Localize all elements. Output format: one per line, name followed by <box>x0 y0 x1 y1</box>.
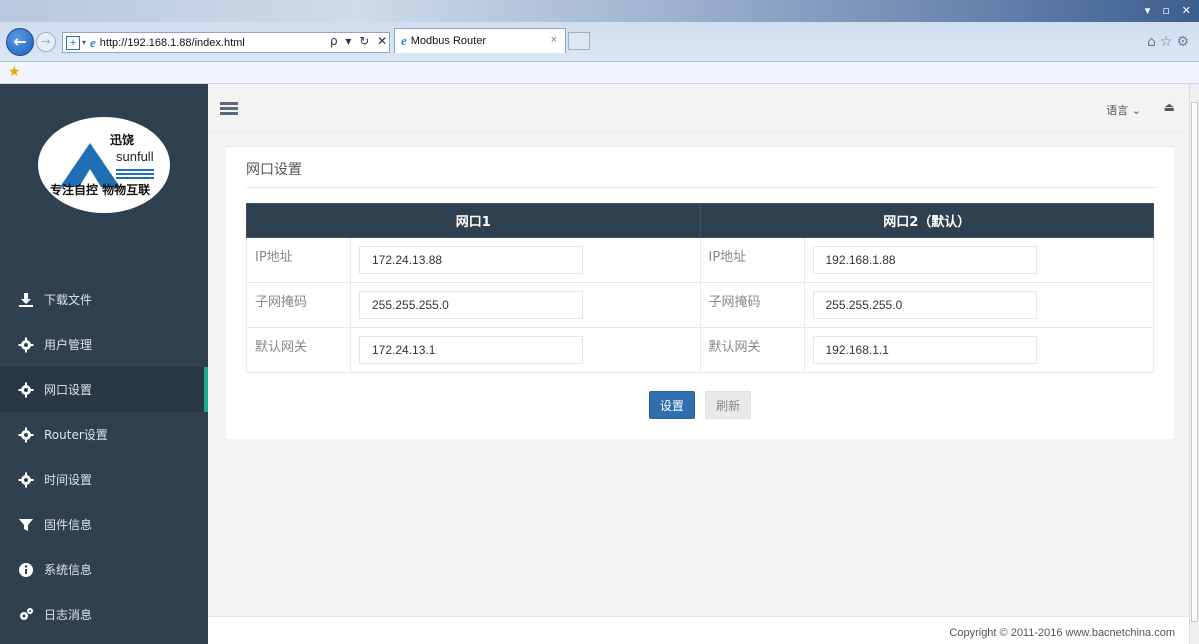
gateway-label-port1: 默认网关 <box>246 327 351 373</box>
info-icon <box>18 562 34 578</box>
tab-title: Modbus Router <box>410 35 486 47</box>
sidebar-item-label: 用户管理 <box>44 338 93 352</box>
browser-toolbar-icons[interactable]: ⌂☆⚙ <box>1147 34 1193 50</box>
restore-icon[interactable]: ▫ <box>1162 4 1169 17</box>
sidebar-item-system[interactable]: 系统信息 <box>0 547 208 592</box>
sidebar-item-label: 网口设置 <box>44 383 93 397</box>
table-row: IP地址 172.24.13.88 IP地址 192.168.1.88 <box>246 237 1154 283</box>
gateway-label-port2: 默认网关 <box>699 327 805 373</box>
sidebar-item-label: 日志消息 <box>44 608 93 622</box>
network-settings-panel: 网口设置 网口1 网口2（默认） IP地址 172.24.13.88 IP地址 … <box>226 146 1174 439</box>
gears-icon <box>18 607 34 623</box>
divider <box>246 187 1158 188</box>
filter-icon <box>18 517 34 533</box>
logo-stripes <box>116 169 154 181</box>
gear-icon <box>18 337 34 353</box>
background-window-strip: ▾ ▫ ✕ <box>0 0 1199 22</box>
browser-nav-row: ← → + ▾ e http://192.168.1.88/index.html… <box>0 26 1199 58</box>
forward-button[interactable]: → <box>36 32 56 52</box>
gear-icon <box>18 382 34 398</box>
close-window-icon[interactable]: ✕ <box>1182 4 1191 17</box>
favorites-bar: ★ <box>0 62 1199 84</box>
ip-input-port2[interactable]: 192.168.1.88 <box>812 246 1037 274</box>
site-info-icon[interactable]: + <box>66 35 80 50</box>
browser-chrome: ▾ ▫ ✕ ← → + ▾ e http://192.168.1.88/inde… <box>0 0 1199 62</box>
sidebar-item-logs[interactable]: 日志消息 <box>0 592 208 637</box>
logo-area: 迅饶 sunfull 专注自控 物物互联 <box>0 84 208 259</box>
mask-input-port2[interactable]: 255.255.255.0 <box>812 291 1037 319</box>
port2-header: 网口2（默认） <box>699 203 1154 238</box>
brand-logo: 迅饶 sunfull 专注自控 物物互联 <box>38 117 170 213</box>
ip-label-port1: IP地址 <box>246 237 351 283</box>
gateway-input-port1[interactable]: 172.24.13.1 <box>359 336 583 364</box>
panel-title: 网口设置 <box>246 162 302 178</box>
tab-close-icon[interactable]: × <box>551 34 557 46</box>
app-root: 迅饶 sunfull 专注自控 物物互联 下载文件 用户管理 网口设置 Rout… <box>0 84 1189 644</box>
browser-tab-active[interactable]: e Modbus Router × <box>394 28 566 53</box>
sidebar-item-download[interactable]: 下载文件 <box>0 277 208 322</box>
copyright-text: Copyright © 2011-2016 www.bacnetchina.co… <box>949 627 1175 639</box>
network-config-table: 网口1 网口2（默认） IP地址 172.24.13.88 IP地址 192.1… <box>246 203 1154 373</box>
add-favorite-icon[interactable]: ★ <box>8 64 21 80</box>
window-controls[interactable]: ▾ ▫ ✕ <box>1145 4 1191 17</box>
ie-tab-icon: e <box>401 33 407 48</box>
sidebar-item-time[interactable]: 时间设置 <box>0 457 208 502</box>
back-button[interactable]: ← <box>6 28 34 56</box>
settings-gear-icon[interactable]: ⚙ <box>1176 34 1193 50</box>
footer: Copyright © 2011-2016 www.bacnetchina.co… <box>208 616 1189 644</box>
logo-english-name: sunfull <box>116 149 154 164</box>
action-buttons: 设置 刷新 <box>226 391 1174 419</box>
favorites-star-icon[interactable]: ☆ <box>1160 34 1177 50</box>
url-text[interactable]: http://192.168.1.88/index.html <box>100 37 245 49</box>
gateway-input-port2[interactable]: 192.168.1.1 <box>812 336 1037 364</box>
scrollbar-thumb[interactable] <box>1191 102 1198 622</box>
ip-label-port2: IP地址 <box>699 237 805 283</box>
chevron-down-icon[interactable]: ▾ <box>82 38 86 47</box>
home-icon[interactable]: ⌂ <box>1147 34 1160 50</box>
sidebar-item-firmware[interactable]: 固件信息 <box>0 502 208 547</box>
sidebar-item-router[interactable]: Router设置 <box>0 412 208 457</box>
new-tab-button[interactable] <box>568 32 590 50</box>
set-button[interactable]: 设置 <box>648 391 695 419</box>
mask-input-port1[interactable]: 255.255.255.0 <box>359 291 583 319</box>
logo-chinese-name: 迅饶 <box>110 133 135 147</box>
gear-icon <box>18 427 34 443</box>
mask-label-port2: 子网掩码 <box>699 282 805 328</box>
refresh-button[interactable]: 刷新 <box>705 391 752 419</box>
sidebar-item-label: 固件信息 <box>44 518 93 532</box>
sidebar-item-label: 下载文件 <box>44 293 93 307</box>
sidebar-item-label: 系统信息 <box>44 563 93 577</box>
table-row: 子网掩码 255.255.255.0 子网掩码 255.255.255.0 <box>246 282 1154 328</box>
mask-label-port1: 子网掩码 <box>246 282 351 328</box>
sidebar: 迅饶 sunfull 专注自控 物物互联 下载文件 用户管理 网口设置 Rout… <box>0 84 208 644</box>
top-navbar: 语言 ⌄ ⏏ <box>208 84 1189 132</box>
logout-icon[interactable]: ⏏ <box>1164 100 1175 114</box>
sidebar-item-network[interactable]: 网口设置 <box>0 367 208 412</box>
sidebar-item-label: 时间设置 <box>44 473 93 487</box>
logo-slogan: 专注自控 物物互联 <box>50 183 151 197</box>
sidebar-item-label: Router设置 <box>44 428 108 442</box>
page-scrollbar[interactable] <box>1189 84 1199 644</box>
main-content: 语言 ⌄ ⏏ 网口设置 网口1 网口2（默认） IP地址 172.24.13.8… <box>208 84 1189 644</box>
download-icon <box>18 292 34 308</box>
table-row: 默认网关 172.24.13.1 默认网关 192.168.1.1 <box>246 327 1154 373</box>
ie-page-icon: e <box>90 34 96 50</box>
address-tools[interactable]: ρ ▾ ↻ ✕ <box>330 34 389 48</box>
language-dropdown[interactable]: 语言 ⌄ <box>1106 102 1141 118</box>
ip-input-port1[interactable]: 172.24.13.88 <box>359 246 583 274</box>
minimize-icon[interactable]: ▾ <box>1145 4 1151 17</box>
sidebar-nav: 下载文件 用户管理 网口设置 Router设置 时间设置 固件信息 系统信息 日… <box>0 277 208 637</box>
port1-header: 网口1 <box>246 203 701 238</box>
menu-toggle-icon[interactable] <box>220 102 238 116</box>
sidebar-item-users[interactable]: 用户管理 <box>0 322 208 367</box>
gear-icon <box>18 472 34 488</box>
